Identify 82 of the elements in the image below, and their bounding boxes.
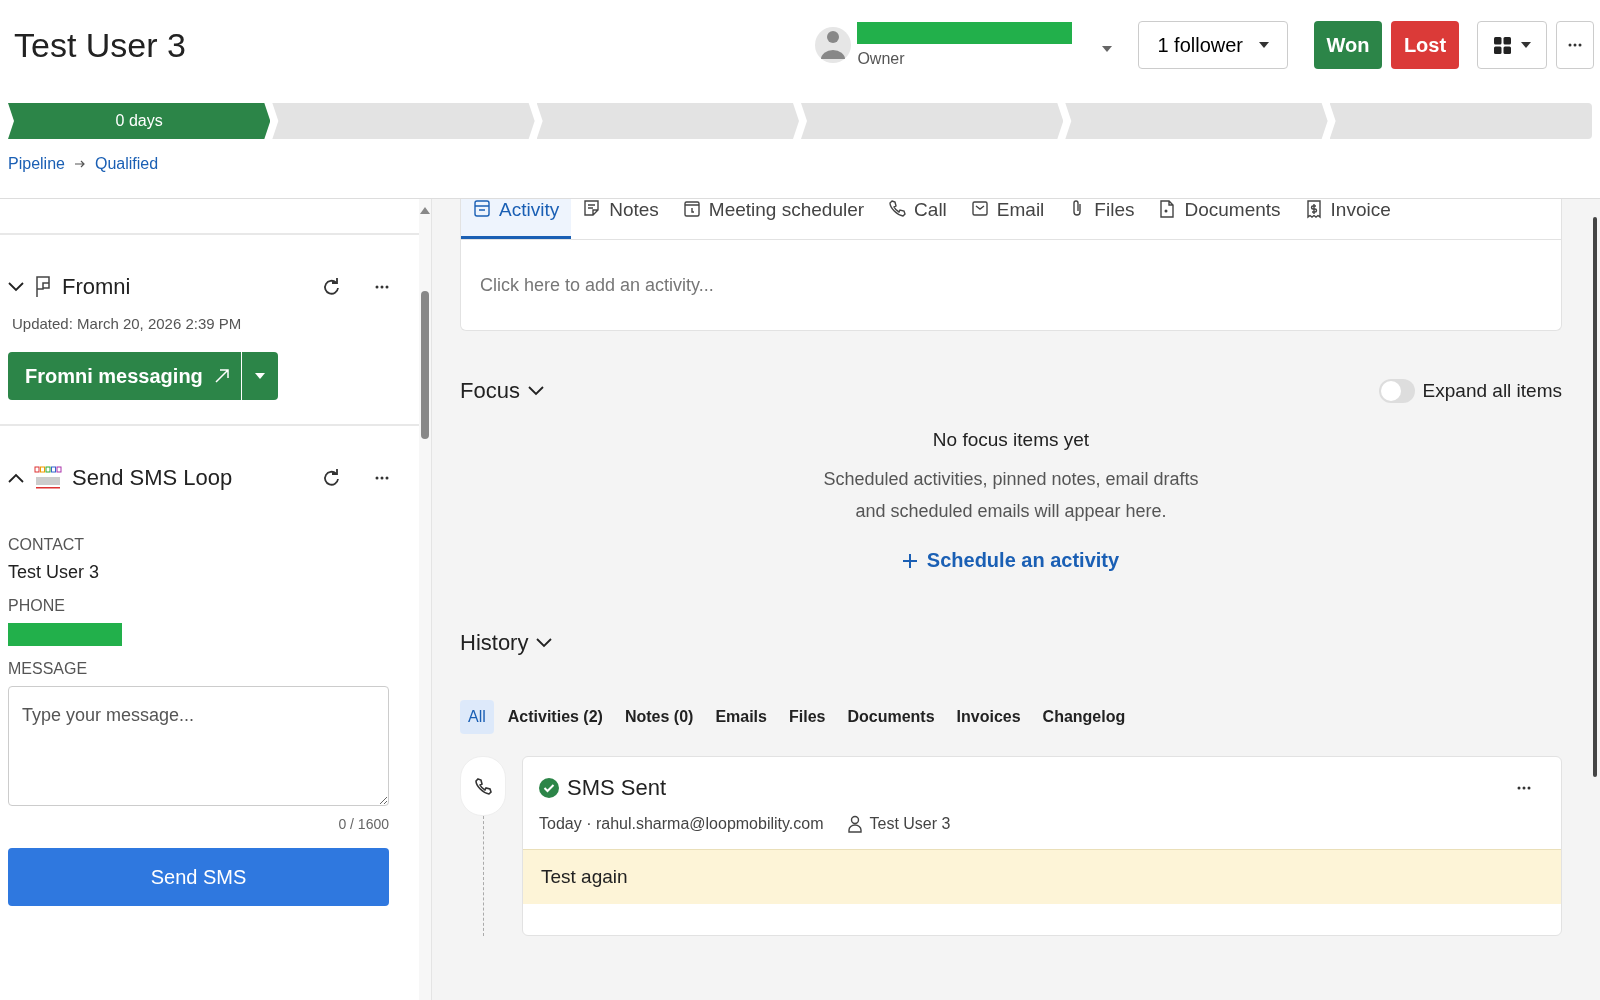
history-filter[interactable]: Changelog [1034,700,1134,734]
history-heading[interactable]: History [460,630,1562,656]
meta-text: Today · rahul.sharma@loopmobility.com [539,815,824,833]
more-icon[interactable] [375,285,389,289]
activity-tab[interactable]: Files [1056,199,1147,239]
dropdown-button[interactable] [241,352,278,400]
expand-toggle[interactable] [1378,379,1415,403]
check-circle-icon [539,778,559,798]
empty-text: Scheduled activities, pinned notes, email drafts and scheduled emails will appear here. [822,468,1200,523]
breadcrumb-link[interactable]: Qualified [94,154,159,173]
phone-icon [888,199,907,219]
contact-name: Test User 3 [869,815,951,833]
refresh-icon[interactable] [323,277,341,297]
activity-tab[interactable]: Notes [571,199,671,239]
refresh-icon[interactable] [323,468,341,488]
dropdown-caret-icon [1102,46,1113,52]
message-text: Test again [523,849,1561,904]
caret-icon [1259,42,1269,48]
document-icon [1158,199,1177,219]
person-icon [847,815,862,833]
owner-label: Owner [857,50,906,68]
activity-tab[interactable]: Meeting scheduler [670,199,877,239]
field-label: PHONE [8,597,66,615]
activity-tab[interactable]: Invoice [1292,199,1403,239]
field-label: CONTACT [8,536,86,554]
calendar-icon [682,199,701,219]
calendar-card-icon [473,199,491,219]
lost-button[interactable]: Lost [1391,21,1459,69]
section-title: Send SMS Loop [72,465,233,491]
logo-icon [34,465,62,491]
phone-icon [474,777,492,795]
more-icon[interactable] [375,476,389,480]
character-counter: 0 / 1600 [337,816,389,832]
activity-tab[interactable]: Call [876,199,959,239]
updated-text: Updated: March 20, 2026 2:39 PM [12,315,243,332]
field-value: Test User 3 [8,562,101,583]
arrow-right-icon [74,159,85,168]
history-filter[interactable]: Notes (0) [616,700,702,734]
chevron-down-icon[interactable] [527,386,544,396]
receipt-icon [1304,199,1323,219]
pipeline-stage[interactable]: 0 days [8,103,271,139]
caret-icon [1520,42,1531,48]
field-label: MESSAGE [8,660,89,678]
scrollbar-thumb[interactable] [421,291,429,439]
message-field[interactable]: Type your message... [8,686,389,806]
send-sms-button[interactable]: Send SMS [8,848,389,906]
section-title: Fromni [62,274,131,300]
focus-heading[interactable]: Focus [460,378,544,404]
scrollbar-thumb[interactable] [1593,217,1597,777]
deal-title: Test User 3 [14,25,187,65]
grid-icon [1493,36,1511,54]
history-filter[interactable]: Activities (2) [499,700,611,734]
plus-icon [902,553,917,568]
won-button[interactable]: Won [1314,21,1382,69]
activity-tab[interactable]: Activity [461,199,572,239]
scroll-up-icon[interactable] [420,207,430,214]
history-filter[interactable]: Invoices [948,700,1029,734]
activity-tab[interactable]: Documents [1146,199,1293,239]
history-filter[interactable]: Files [780,700,834,734]
history-filter[interactable]: Documents [839,700,943,734]
activity-tab[interactable]: Email [958,199,1057,239]
view-switch-button[interactable] [1477,21,1547,69]
chevron-down-icon[interactable] [8,282,24,292]
chevron-down-icon[interactable] [536,638,553,648]
external-link-icon [214,369,229,383]
note-icon [583,199,602,219]
history-filter[interactable]: Emails [707,700,775,734]
follower-button[interactable]: 1 follower [1138,21,1288,69]
fromni-messaging-button[interactable]: Fromni messaging [8,352,242,400]
chevron-up-icon[interactable] [8,473,24,483]
card-title: SMS Sent [567,775,667,801]
history-filter[interactable]: All [460,700,494,734]
more-icon[interactable] [1517,786,1531,790]
activity-input[interactable]: Click here to add an activity... [478,273,1544,297]
toggle-label: Expand all items [1422,380,1562,402]
more-icon[interactable] [1568,43,1582,47]
caret-icon [254,373,265,379]
scrollbar[interactable] [419,199,431,1000]
breadcrumb-link[interactable]: Pipeline [8,154,65,173]
envelope-icon [970,199,989,219]
empty-title: No focus items yet [931,429,1091,451]
schedule-link[interactable]: Schedule an activity [902,549,1120,572]
